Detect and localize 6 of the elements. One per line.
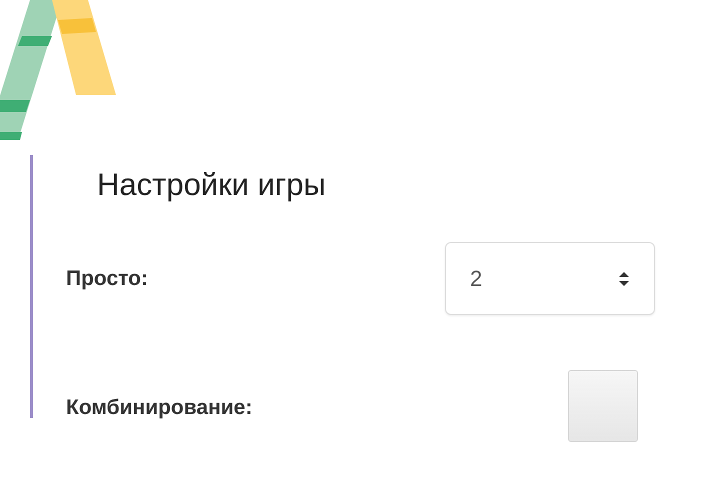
setting-label: Просто: <box>65 266 148 292</box>
stepper-arrows-icon[interactable] <box>618 270 630 288</box>
number-field[interactable]: 2 <box>445 242 655 315</box>
setting-label: Комбинирование: <box>65 395 252 422</box>
settings-title: Настройки игры <box>96 167 327 203</box>
checkbox[interactable] <box>568 370 638 442</box>
